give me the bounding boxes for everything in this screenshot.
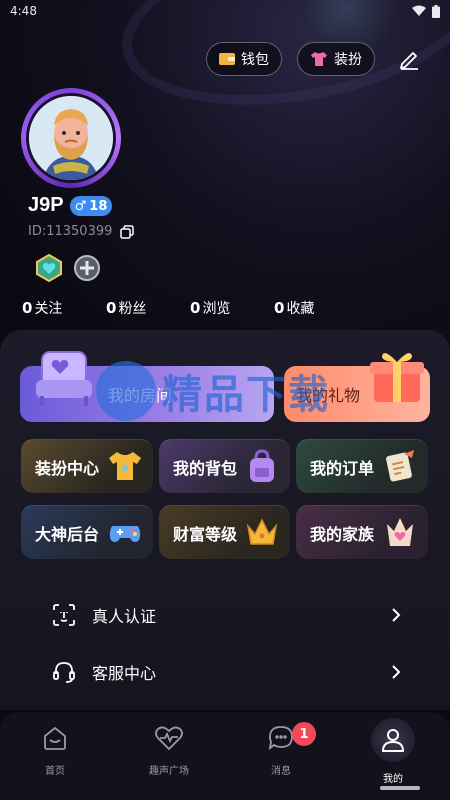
order-list-icon (386, 450, 414, 482)
heart-medal-icon[interactable] (34, 253, 64, 283)
stat-label: 关注 (34, 301, 63, 317)
my-orders-tile[interactable]: 我的订单 (296, 439, 428, 493)
user-id-row: ID:11350399 (28, 224, 135, 239)
battery-icon (432, 4, 440, 18)
gamepad-icon (109, 526, 141, 542)
stat-label: 浏览 (202, 301, 231, 317)
customer-service-row[interactable]: 客服中心 (50, 652, 402, 692)
real-person-verify-row[interactable]: 真人认证 (50, 595, 402, 635)
tab-me[interactable]: 我的 (348, 718, 438, 785)
my-orders-label: 我的订单 (310, 458, 375, 478)
wallet-button[interactable]: 钱包 (206, 42, 282, 76)
status-bar: 4:48 (0, 0, 450, 22)
master-backend-tile[interactable]: 大神后台 (21, 505, 153, 559)
my-bag-tile[interactable]: 我的背包 (159, 439, 290, 493)
male-icon: ♂ (74, 198, 87, 214)
edit-profile-button[interactable] (394, 44, 424, 74)
stat-following[interactable]: 0 关注 (22, 298, 106, 318)
outfit-center-tile[interactable]: 装扮中心 (21, 439, 153, 493)
status-icons (412, 4, 440, 18)
plus-medal-icon[interactable] (72, 253, 102, 283)
tab-messages[interactable]: 1 消息 (236, 722, 326, 777)
medals (34, 253, 102, 283)
master-backend-label: 大神后台 (35, 524, 100, 544)
crown-icon (246, 518, 278, 545)
stats-row: 0 关注 0 粉丝 0 浏览 0 收藏 (22, 298, 358, 318)
my-bag-label: 我的背包 (173, 458, 238, 478)
stat-favorites[interactable]: 0 收藏 (274, 298, 358, 318)
status-time: 4:48 (10, 4, 37, 18)
stat-number: 0 (274, 299, 285, 317)
headset-icon (50, 658, 78, 686)
wallet-label: 钱包 (241, 52, 269, 68)
tab-square-label: 趣声广场 (149, 766, 189, 777)
tab-square[interactable]: 趣声广场 (124, 722, 214, 777)
my-room-card[interactable]: 我的房间 (20, 351, 274, 422)
my-room-label: 我的房间 (108, 386, 173, 405)
wallet-icon (219, 53, 235, 65)
wifi-icon (412, 5, 426, 16)
avatar-image (26, 93, 116, 183)
stat-number: 0 (106, 299, 117, 317)
my-gifts-label: 我的礼物 (296, 386, 361, 405)
home-indicator (380, 786, 420, 790)
stat-number: 0 (22, 299, 33, 317)
tab-home[interactable]: 首页 (10, 722, 100, 777)
tab-me-label: 我的 (383, 774, 403, 785)
my-family-label: 我的家族 (310, 524, 375, 544)
family-crown-icon (387, 518, 413, 546)
outfit-button[interactable]: 装扮 (297, 42, 375, 76)
tshirt-icon (311, 52, 327, 66)
avatar[interactable] (21, 88, 121, 188)
tab-home-label: 首页 (45, 766, 65, 777)
face-scan-icon (50, 601, 78, 629)
person-icon (371, 718, 415, 762)
chevron-right-icon (392, 608, 401, 622)
user-id: ID:11350399 (28, 224, 113, 239)
service-label: 客服中心 (92, 664, 157, 683)
my-family-tile[interactable]: 我的家族 (296, 505, 428, 559)
outfit-label: 装扮 (334, 52, 362, 68)
bearded-man-illustration (29, 96, 113, 180)
gift-box-icon (370, 353, 424, 402)
gender-level-badge: ♂ 18 (70, 196, 112, 216)
stat-fans[interactable]: 0 粉丝 (106, 298, 190, 318)
home-icon (39, 722, 71, 754)
wealth-level-tile[interactable]: 财富等级 (159, 505, 290, 559)
heart-pulse-icon (153, 722, 185, 754)
armchair-icon (36, 351, 92, 406)
stat-number: 0 (190, 299, 201, 317)
pencil-icon (400, 52, 418, 70)
wealth-level-label: 财富等级 (173, 524, 238, 544)
my-gifts-card[interactable]: 我的礼物 (284, 353, 430, 422)
username: J9P (28, 194, 64, 216)
stat-views[interactable]: 0 浏览 (190, 298, 274, 318)
backpack-icon (250, 449, 274, 482)
tab-messages-label: 消息 (271, 766, 291, 777)
level-number: 18 (89, 198, 108, 214)
outfit-center-label: 装扮中心 (35, 458, 100, 478)
stat-label: 收藏 (286, 301, 315, 317)
chevron-right-icon (392, 665, 401, 679)
verify-label: 真人认证 (92, 607, 157, 626)
copy-icon[interactable] (120, 224, 135, 239)
tshirt-icon (109, 452, 141, 480)
stat-label: 粉丝 (118, 301, 147, 317)
messages-badge: 1 (292, 722, 316, 746)
